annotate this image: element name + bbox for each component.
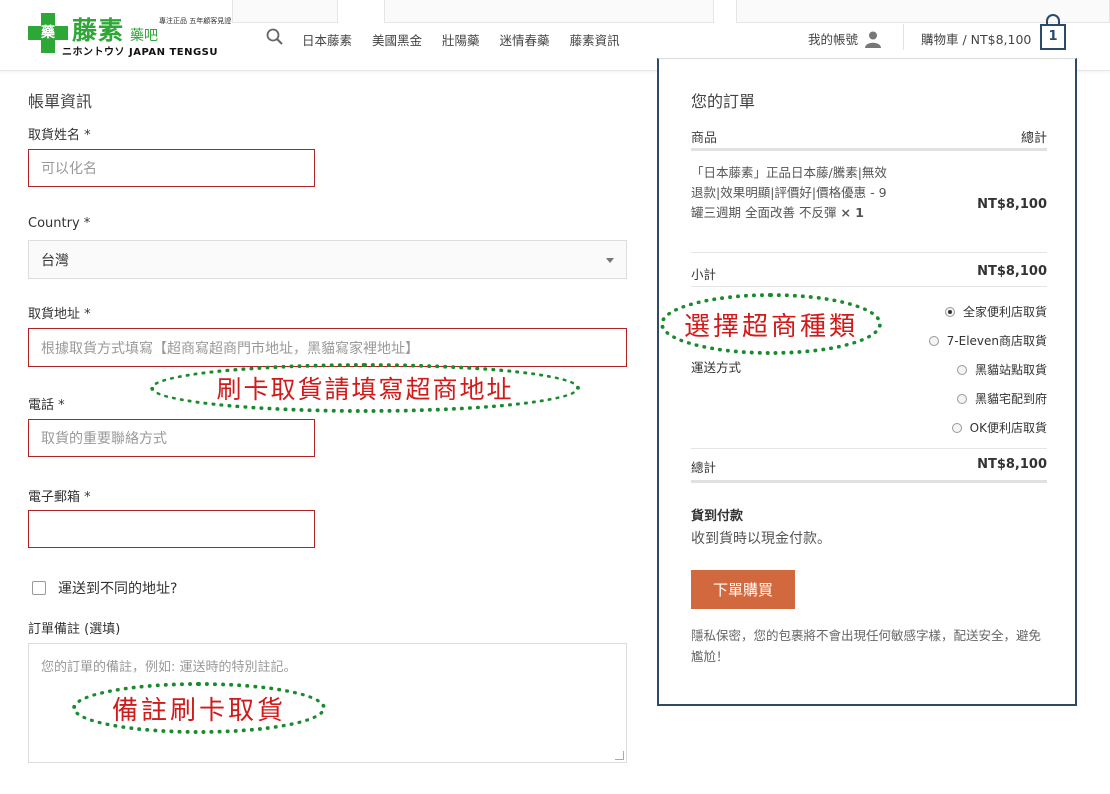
radio-button[interactable] <box>951 422 962 433</box>
cart-link[interactable]: 購物車 / NT$8,100 <box>921 29 1031 48</box>
radio-button[interactable] <box>944 306 955 317</box>
phone-label: 電話 * <box>28 398 65 413</box>
radio-button[interactable] <box>956 393 967 404</box>
country-select[interactable]: 台灣 <box>28 240 627 279</box>
header-decor-strip <box>384 0 714 23</box>
resize-handle[interactable] <box>615 751 624 760</box>
shipping-option-ok[interactable]: OK便利店取貨 <box>929 413 1047 442</box>
shipping-options: 全家便利店取貨 7-Eleven商店取貨 黑貓站點取貨 黑貓宅配到府 OK便利店… <box>928 297 1047 442</box>
total-row: 總計 NT$8,100 <box>691 457 1047 475</box>
radio-button[interactable] <box>928 335 939 346</box>
shipping-option-blackcat-station[interactable]: 黑貓站點取貨 <box>929 355 1047 384</box>
address-field[interactable]: 根據取貨方式填寫【超商寫超商門市地址，黑貓寫家裡地址】 <box>28 328 627 367</box>
billing-title: 帳單資訊 <box>28 92 93 111</box>
annotation-notes-note: 備註刷卡取貨 <box>72 682 326 734</box>
user-icon <box>865 31 882 48</box>
address-label: 取貨地址 * <box>28 307 91 322</box>
main-nav: 日本藤素 美國黑金 壯陽藥 迷情春藥 藤素資訊 <box>302 30 620 49</box>
order-summary-box: 您的訂單 商品 總計 「日本藤素」正品日本藤/騰素|無效退款|效果明顯|評價好|… <box>657 58 1077 706</box>
place-order-button[interactable]: 下單購買 <box>691 570 795 609</box>
nav-item-black-gold[interactable]: 美國黑金 <box>372 30 422 49</box>
nav-item-tengsu[interactable]: 日本藤素 <box>302 30 352 49</box>
logo-tagline: 專注正品 五年顧客見證 <box>159 17 232 25</box>
ship-different-label: 運送到不同的地址? <box>58 581 178 597</box>
cart-count-badge[interactable]: 1 <box>1040 24 1066 50</box>
radio-button[interactable] <box>956 364 967 375</box>
header-decor-strip <box>232 0 338 23</box>
logo-main-text: 藤素 <box>72 16 125 45</box>
notes-label: 訂單備註 (選填) <box>28 622 121 637</box>
payment-description: 收到貨時以現金付款。 <box>691 531 831 547</box>
shipping-option-blackcat-home[interactable]: 黑貓宅配到府 <box>929 384 1047 413</box>
phone-field[interactable]: 取貨的重要聯絡方式 <box>28 419 315 457</box>
name-field[interactable]: 可以化名 <box>28 149 315 187</box>
order-item-row: 「日本藤素」正品日本藤/騰素|無效退款|效果明顯|評價好|價格優惠 - 9罐三週… <box>691 163 1047 223</box>
col-product: 商品 <box>691 131 718 146</box>
item-total: NT$8,100 <box>977 197 1047 212</box>
divider <box>691 252 1047 253</box>
shipping-label: 運送方式 <box>691 360 742 375</box>
email-field[interactable] <box>28 510 315 548</box>
divider <box>691 448 1047 449</box>
privacy-note: 隱私保密，您的包裹將不會出現任何敏感字樣，配送安全，避免尷尬！ <box>691 628 1042 664</box>
divider <box>691 148 1047 151</box>
chevron-down-icon <box>606 258 614 263</box>
item-name: 「日本藤素」正品日本藤/騰素|無效退款|效果明顯|評價好|價格優惠 - 9罐三週… <box>691 165 887 220</box>
subtotal-row: 小計 NT$8,100 <box>691 264 1047 282</box>
shipping-option-7eleven[interactable]: 7-Eleven商店取貨 <box>928 326 1047 355</box>
annotation-address-note: 刷卡取貨請填寫超商地址 <box>150 363 580 413</box>
header-divider <box>903 24 904 50</box>
logo-small-text: 藥吧 <box>130 28 158 44</box>
divider <box>691 480 1047 483</box>
shipping-option-familymart[interactable]: 全家便利店取貨 <box>929 297 1047 326</box>
annotation-shipping-note: 選擇超商種類 <box>660 293 882 355</box>
col-total: 總計 <box>1020 131 1047 146</box>
payment-title: 貨到付款 <box>691 509 744 524</box>
search-icon[interactable] <box>266 28 283 45</box>
name-label: 取貨姓名 * <box>28 128 91 143</box>
divider <box>691 286 1047 287</box>
country-label: Country * <box>28 216 91 231</box>
account-link[interactable]: 我的帳號 <box>808 29 882 48</box>
order-header-row: 商品 總計 <box>691 127 1047 146</box>
ship-different-row[interactable]: 運送到不同的地址? <box>32 578 177 598</box>
account-label: 我的帳號 <box>808 32 859 47</box>
email-label: 電子郵箱 * <box>28 490 91 505</box>
ship-different-checkbox[interactable] <box>32 581 46 595</box>
site-logo[interactable]: 藥 藤素 藥吧 專注正品 五年顧客見證 ニホントウソ JAPAN TENGSU <box>28 13 231 59</box>
order-title: 您的訂單 <box>691 92 756 111</box>
logo-subtitle: ニホントウソ JAPAN TENGSU <box>62 47 218 58</box>
nav-item-aphrodisiac[interactable]: 迷情春藥 <box>500 30 550 49</box>
nav-item-ed-drugs[interactable]: 壯陽藥 <box>442 30 480 49</box>
nav-item-info[interactable]: 藤素資訊 <box>570 30 620 49</box>
